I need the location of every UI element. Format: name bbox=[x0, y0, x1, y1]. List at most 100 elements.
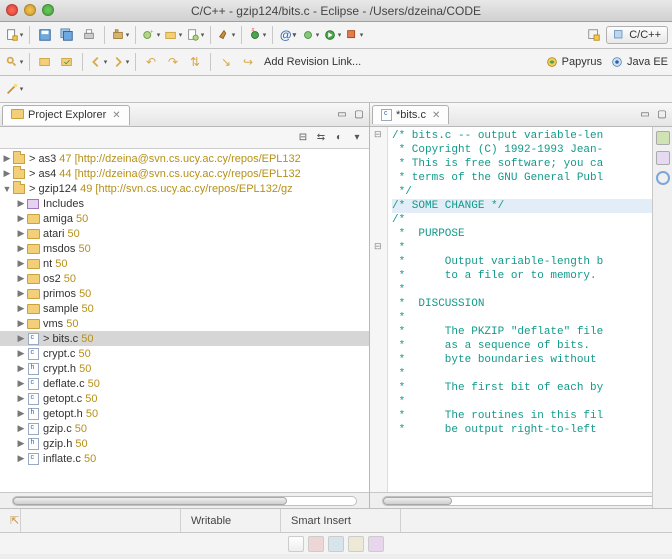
disclosure-arrow-icon[interactable]: ▶ bbox=[16, 258, 26, 269]
disclosure-arrow-icon[interactable]: ▶ bbox=[16, 288, 26, 299]
disclosure-arrow-icon[interactable]: ▶ bbox=[16, 363, 26, 374]
project-tree[interactable]: ▶> as3 47 [http://dzeina@svn.cs.ucy.ac.c… bbox=[0, 149, 369, 492]
view-menu-icon[interactable]: ▾ bbox=[349, 130, 365, 146]
console-trim-icon[interactable] bbox=[288, 536, 304, 552]
editor-area[interactable]: ⊟ ⊟ /* bits.c -- output variable-len * C… bbox=[370, 127, 672, 492]
disclosure-arrow-icon[interactable]: ▶ bbox=[16, 423, 26, 434]
disclosure-arrow-icon[interactable]: ▶ bbox=[16, 228, 26, 239]
step-over-button[interactable]: ↪ bbox=[238, 52, 258, 72]
disclosure-arrow-icon[interactable]: ▼ bbox=[2, 184, 12, 194]
disclosure-arrow-icon[interactable]: ▶ bbox=[16, 303, 26, 314]
outline-trim-icon[interactable] bbox=[656, 131, 670, 145]
new-cpp-class-button[interactable]: +▾ bbox=[141, 25, 161, 45]
perspective-javaee[interactable]: Java EE bbox=[610, 55, 668, 69]
disclosure-arrow-icon[interactable]: ▶ bbox=[16, 213, 26, 224]
tree-row[interactable]: ▶getopt.h 50 bbox=[0, 406, 369, 421]
problems-trim-icon[interactable] bbox=[308, 536, 324, 552]
tree-row[interactable]: ▶crypt.c 50 bbox=[0, 346, 369, 361]
new-source-file-button[interactable]: ▾ bbox=[185, 25, 205, 45]
tree-row[interactable]: ▶primos 50 bbox=[0, 286, 369, 301]
save-all-button[interactable] bbox=[57, 25, 77, 45]
collapse-all-icon[interactable]: ⊟ bbox=[295, 130, 311, 146]
redo-button[interactable]: ↷ bbox=[163, 52, 183, 72]
tree-row[interactable]: ▶> as4 44 [http://dzeina@svn.cs.ucy.ac.c… bbox=[0, 166, 369, 181]
tree-row[interactable]: ▶deflate.c 50 bbox=[0, 376, 369, 391]
disclosure-arrow-icon[interactable]: ▶ bbox=[16, 393, 26, 404]
disclosure-arrow-icon[interactable]: ▶ bbox=[16, 198, 26, 209]
new-button[interactable]: ▾ bbox=[4, 25, 24, 45]
perspective-cpp[interactable]: C/C++ bbox=[606, 26, 668, 44]
focus-task-icon[interactable]: ◐ bbox=[331, 130, 347, 146]
minimize-editor-icon[interactable]: ▭ bbox=[637, 107, 653, 123]
tree-row[interactable]: ▶msdos 50 bbox=[0, 241, 369, 256]
disclosure-arrow-icon[interactable]: ▶ bbox=[2, 153, 12, 164]
build-project-button[interactable]: ▾ bbox=[110, 25, 130, 45]
tree-row[interactable]: ▶Includes bbox=[0, 196, 369, 211]
close-tab-icon[interactable]: ✕ bbox=[432, 110, 440, 121]
open-task-button[interactable] bbox=[57, 52, 77, 72]
tree-row[interactable]: ▶inflate.c 50 bbox=[0, 451, 369, 466]
disclosure-arrow-icon[interactable]: ▶ bbox=[16, 378, 26, 389]
prev-annotation-button[interactable]: ▾ bbox=[88, 52, 108, 72]
tree-row[interactable]: ▶gzip.c 50 bbox=[0, 421, 369, 436]
step-into-button[interactable]: ↘ bbox=[216, 52, 236, 72]
task-list-trim-icon[interactable] bbox=[656, 171, 670, 185]
undo-button[interactable]: ↶ bbox=[141, 52, 161, 72]
editor-tab-bits-c[interactable]: *bits.c ✕ bbox=[372, 105, 449, 124]
tree-row[interactable]: ▶vms 50 bbox=[0, 316, 369, 331]
disclosure-arrow-icon[interactable]: ▶ bbox=[16, 438, 26, 449]
tree-row[interactable]: ▶> bits.c 50 bbox=[0, 331, 369, 346]
print-button[interactable] bbox=[79, 25, 99, 45]
disclosure-arrow-icon[interactable]: ▶ bbox=[2, 168, 12, 179]
build-button[interactable]: ▾ bbox=[216, 25, 236, 45]
minimize-view-icon[interactable]: ▭ bbox=[334, 107, 350, 123]
open-perspective-button[interactable] bbox=[584, 25, 604, 45]
disclosure-arrow-icon[interactable]: ▶ bbox=[16, 273, 26, 284]
disclosure-arrow-icon[interactable]: ▶ bbox=[16, 348, 26, 359]
disclosure-arrow-icon[interactable]: ▶ bbox=[16, 243, 26, 254]
tasks-trim-icon[interactable] bbox=[328, 536, 344, 552]
editor-content[interactable]: /* bits.c -- output variable-len * Copyr… bbox=[388, 127, 658, 492]
disclosure-arrow-icon[interactable]: ▶ bbox=[16, 333, 26, 344]
tree-row[interactable]: ▶os2 50 bbox=[0, 271, 369, 286]
link-with-editor-icon[interactable]: ⇆ bbox=[313, 130, 329, 146]
open-type-button[interactable] bbox=[35, 52, 55, 72]
zoom-window-button[interactable] bbox=[42, 4, 54, 16]
next-annotation-button[interactable]: ▾ bbox=[110, 52, 130, 72]
tree-row[interactable]: ▶crypt.h 50 bbox=[0, 361, 369, 376]
project-explorer-tab[interactable]: Project Explorer ✕ bbox=[2, 105, 130, 125]
save-button[interactable] bbox=[35, 25, 55, 45]
new-folder-button[interactable]: ▾ bbox=[163, 25, 183, 45]
properties-trim-icon[interactable] bbox=[348, 536, 364, 552]
make-targets-trim-icon[interactable] bbox=[656, 151, 670, 165]
perspective-papyrus[interactable]: Papyrus bbox=[545, 55, 602, 69]
add-revision-link[interactable]: Add Revision Link... bbox=[260, 56, 365, 68]
tree-row[interactable]: ▶getopt.c 50 bbox=[0, 391, 369, 406]
minimize-window-button[interactable] bbox=[24, 4, 36, 16]
disclosure-arrow-icon[interactable]: ▶ bbox=[16, 408, 26, 419]
editor-horizontal-scrollbar[interactable] bbox=[370, 492, 672, 508]
tree-row[interactable]: ▶nt 50 bbox=[0, 256, 369, 271]
close-view-icon[interactable]: ✕ bbox=[112, 110, 120, 121]
disclosure-arrow-icon[interactable]: ▶ bbox=[16, 318, 26, 329]
terminal-trim-icon[interactable] bbox=[368, 536, 384, 552]
drop-to-frame-button[interactable]: ⇅ bbox=[185, 52, 205, 72]
at-button[interactable]: @▾ bbox=[278, 25, 298, 45]
wand-button[interactable]: ▾ bbox=[4, 79, 24, 99]
tree-horizontal-scrollbar[interactable] bbox=[0, 492, 369, 508]
editor-gutter[interactable]: ⊟ ⊟ bbox=[370, 127, 388, 492]
external-tools-button[interactable]: ▾ bbox=[344, 25, 364, 45]
tree-row[interactable]: ▶atari 50 bbox=[0, 226, 369, 241]
run-button[interactable]: ▾ bbox=[322, 25, 342, 45]
tree-row[interactable]: ▶gzip.h 50 bbox=[0, 436, 369, 451]
maximize-editor-icon[interactable]: ▢ bbox=[654, 107, 670, 123]
tree-row[interactable]: ▶amiga 50 bbox=[0, 211, 369, 226]
tree-row[interactable]: ▼> gzip124 49 [http://svn.cs.ucy.ac.cy/r… bbox=[0, 181, 369, 196]
tree-row[interactable]: ▶> as3 47 [http://dzeina@svn.cs.ucy.ac.c… bbox=[0, 151, 369, 166]
tree-row[interactable]: ▶sample 50 bbox=[0, 301, 369, 316]
close-window-button[interactable] bbox=[6, 4, 18, 16]
disclosure-arrow-icon[interactable]: ▶ bbox=[16, 453, 26, 464]
search-button[interactable]: ▾ bbox=[4, 52, 24, 72]
debug-button[interactable]: #▾ bbox=[247, 25, 267, 45]
profile-button[interactable]: ▾ bbox=[300, 25, 320, 45]
